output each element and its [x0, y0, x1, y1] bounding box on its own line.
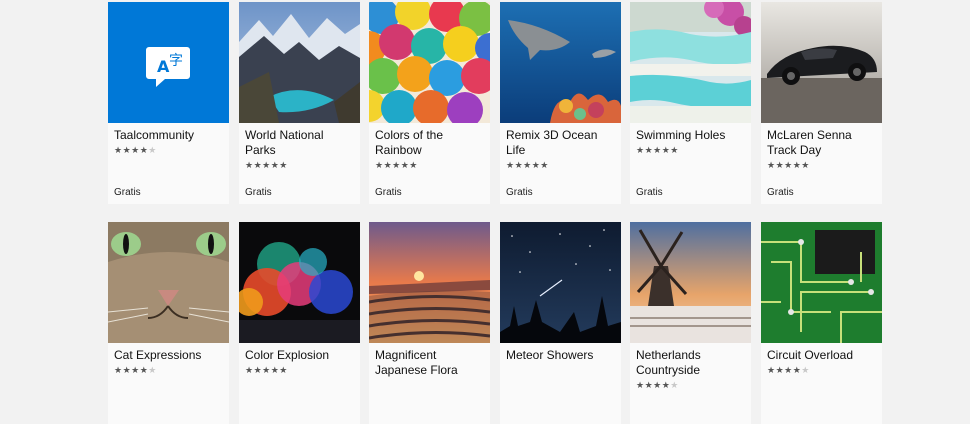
app-title: World National Parks ★★★★★ — [245, 128, 357, 172]
app-tile-world-national-parks[interactable]: World National Parks ★★★★★ Gratis — [239, 2, 360, 204]
app-thumbnail — [369, 2, 490, 123]
app-title: Magnificent Japanese Flora — [375, 348, 458, 377]
app-title: Swimming Holes ★★★★★ — [636, 128, 748, 157]
rating-stars: ★★★★★ — [245, 365, 288, 375]
app-title: McLaren Senna Track Day ★★★★★ — [767, 128, 879, 172]
app-thumbnail — [239, 222, 360, 343]
rating-stars: ★★★★★ — [636, 145, 679, 155]
app-thumbnail — [239, 2, 360, 123]
app-tile-cat-expressions[interactable]: Cat Expressions ★★★★★ — [108, 222, 229, 424]
price-label: Gratis — [636, 187, 663, 198]
app-tile-color-explosion[interactable]: Color Explosion ★★★★★ — [239, 222, 360, 424]
rating-stars: ★★★★★ — [506, 160, 549, 170]
app-thumbnail — [761, 2, 882, 123]
rating-stars: ★★★★★ — [767, 365, 810, 375]
app-thumbnail — [630, 2, 751, 123]
rating-stars: ★★★★★ — [636, 380, 679, 390]
app-title: Cat Expressions ★★★★★ — [114, 348, 226, 377]
app-title: Remix 3D Ocean Life ★★★★★ — [506, 128, 618, 172]
app-thumbnail — [630, 222, 751, 343]
app-thumbnail — [500, 222, 621, 343]
rating-stars: ★★★★★ — [245, 160, 288, 170]
app-thumbnail — [500, 2, 621, 123]
app-tile-remix-3d-ocean-life[interactable]: Remix 3D Ocean Life ★★★★★ Gratis — [500, 2, 621, 204]
app-title: Colors of the Rainbow ★★★★★ — [375, 128, 487, 172]
app-tile-netherlands-countryside[interactable]: Netherlands Countryside ★★★★★ — [630, 222, 751, 424]
app-thumbnail — [369, 222, 490, 343]
rating-stars: ★★★★★ — [114, 365, 157, 375]
app-title: Taalcommunity ★★★★★ — [114, 128, 226, 157]
price-label: Gratis — [245, 187, 272, 198]
price-label: Gratis — [114, 187, 141, 198]
price-label: Gratis — [767, 187, 794, 198]
rating-stars: ★★★★★ — [375, 160, 418, 170]
app-tile-swimming-holes[interactable]: Swimming Holes ★★★★★ Gratis — [630, 2, 751, 204]
rating-stars: ★★★★★ — [767, 160, 810, 170]
price-label: Gratis — [375, 187, 402, 198]
app-title: Netherlands Countryside ★★★★★ — [636, 348, 748, 392]
app-tile-mclaren-senna-track-day[interactable]: McLaren Senna Track Day ★★★★★ Gratis — [761, 2, 882, 204]
price-label: Gratis — [506, 187, 533, 198]
rating-stars: ★★★★★ — [114, 145, 157, 155]
app-tile-taalcommunity[interactable]: A 字 Taalcommunity ★★★★★ Gratis — [108, 2, 229, 204]
app-thumbnail — [108, 222, 229, 343]
app-tile-circuit-overload[interactable]: Circuit Overload ★★★★★ — [761, 222, 882, 424]
app-tile-colors-of-the-rainbow[interactable]: Colors of the Rainbow ★★★★★ Gratis — [369, 2, 490, 204]
app-tile-magnificent-japanese-flora[interactable]: Magnificent Japanese Flora — [369, 222, 490, 424]
app-title: Meteor Showers — [506, 348, 594, 362]
app-thumbnail: A 字 — [108, 2, 229, 123]
app-title: Circuit Overload ★★★★★ — [767, 348, 879, 377]
app-title: Color Explosion ★★★★★ — [245, 348, 357, 377]
svg-text:字: 字 — [169, 53, 183, 69]
app-tile-meteor-showers[interactable]: Meteor Showers — [500, 222, 621, 424]
app-thumbnail — [761, 222, 882, 343]
